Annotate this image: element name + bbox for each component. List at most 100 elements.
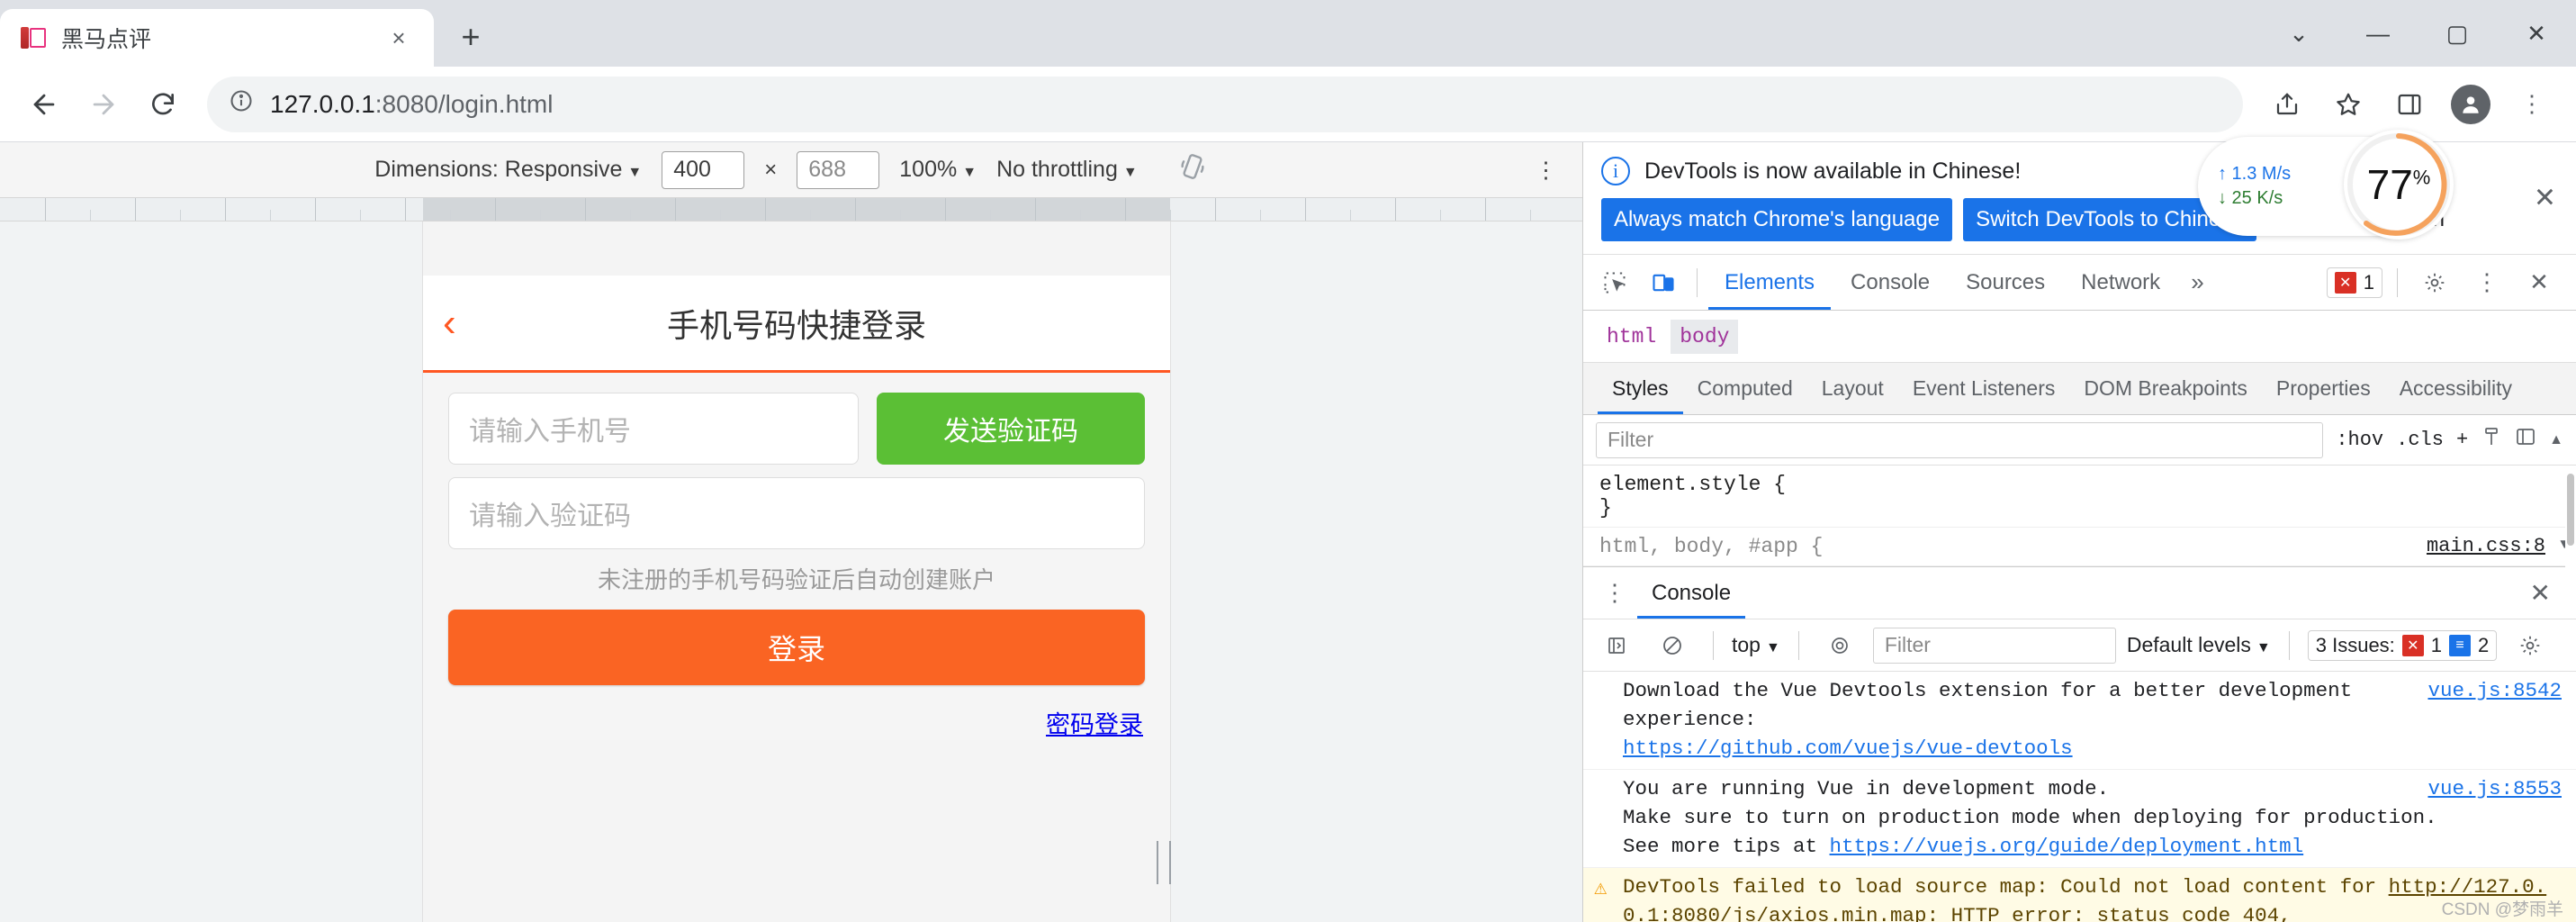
clear-console-icon[interactable] xyxy=(1650,623,1695,668)
tab-event-listeners[interactable]: Event Listeners xyxy=(1898,364,2070,414)
password-login-link[interactable]: 密码登录 xyxy=(448,705,1145,740)
window-controls: ⌄ — ▢ ✕ xyxy=(2259,0,2576,67)
browser-tab[interactable]: 黑马点评 × xyxy=(0,9,434,67)
console-message-line: Download the Vue Devtools extension for … xyxy=(1623,679,2353,702)
device-toolbar-toggle-icon[interactable] xyxy=(1641,260,1686,305)
code-input[interactable]: 请输入验证码 xyxy=(448,477,1145,549)
style-rule-source[interactable]: main.css:8 xyxy=(2427,535,2545,557)
console-message-source[interactable]: vue.js:8542 xyxy=(2427,677,2562,706)
computed-styles-icon[interactable] xyxy=(2481,426,2502,454)
console-context-dropdown[interactable]: top ▼ xyxy=(1732,633,1780,657)
viewport-resize-handle[interactable] xyxy=(1157,841,1171,884)
side-panel-icon[interactable] xyxy=(2382,77,2437,132)
tab-dom-breakpoints[interactable]: DOM Breakpoints xyxy=(2069,364,2262,414)
more-tabs-icon[interactable]: » xyxy=(2180,268,2214,296)
console-message-link[interactable]: http://127.0. xyxy=(2389,875,2547,899)
issues-label: 3 Issues: xyxy=(2315,633,2395,656)
console-sidebar-toggle-icon[interactable] xyxy=(1594,623,1639,668)
zoom-dropdown[interactable]: 100% ▼ xyxy=(899,157,977,183)
back-icon[interactable] xyxy=(16,77,72,132)
style-rule-element[interactable]: element.style { } xyxy=(1583,466,2576,528)
tab-elements[interactable]: Elements xyxy=(1708,256,1831,310)
toolbar-right-actions: ⋮ xyxy=(2259,77,2560,132)
tab-sources[interactable]: Sources xyxy=(1950,256,2061,310)
error-count-badge[interactable]: ✕ 1 xyxy=(2326,267,2382,298)
inspect-element-icon[interactable] xyxy=(1592,260,1637,305)
scroll-up-icon[interactable]: ▲ xyxy=(2549,432,2563,448)
notice-message: DevTools is now available in Chinese! xyxy=(1644,158,2022,184)
devtools-scrollbar[interactable] xyxy=(2565,466,2576,574)
live-expression-icon[interactable] xyxy=(1817,623,1862,668)
dimensions-dropdown[interactable]: Dimensions: Responsive ▼ xyxy=(374,157,642,183)
new-tab-button[interactable]: + xyxy=(446,13,495,61)
devtools-pane: i DevTools is now available in Chinese! … xyxy=(1582,130,2576,922)
console-message-link[interactable]: https://vuejs.org/guide/deployment.html xyxy=(1830,835,2304,858)
console-message[interactable]: You are running Vue in development mode.… xyxy=(1583,770,2576,868)
device-toolbar-menu-icon[interactable]: ⋮ xyxy=(1535,157,1557,184)
console-filter-input[interactable]: Filter xyxy=(1872,627,2116,664)
code-row: 请输入验证码 xyxy=(448,477,1145,549)
breadcrumb-body[interactable]: body xyxy=(1671,319,1739,354)
tab-network[interactable]: Network xyxy=(2065,256,2176,310)
console-message-link[interactable]: https://github.com/vuejs/vue-devtools xyxy=(1623,737,2073,760)
tab-properties[interactable]: Properties xyxy=(2262,364,2385,414)
share-icon[interactable] xyxy=(2259,77,2315,132)
issues-error-icon: ✕ xyxy=(2401,634,2424,656)
window-close-button[interactable]: ✕ xyxy=(2497,0,2576,67)
reload-icon[interactable] xyxy=(135,77,191,132)
login-button[interactable]: 登录 xyxy=(448,610,1145,685)
new-style-rule-icon[interactable]: + xyxy=(2456,429,2468,451)
drawer-tab-console[interactable]: Console xyxy=(1637,568,1745,619)
rotate-icon[interactable] xyxy=(1177,151,1208,188)
watermark: CSDN @梦雨羊 xyxy=(2441,900,2563,919)
maximize-button[interactable]: ▢ xyxy=(2418,0,2497,67)
registration-hint: 未注册的手机号码验证后自动创建账户 xyxy=(597,566,995,593)
console-message[interactable]: Download the Vue Devtools extension for … xyxy=(1583,672,2576,770)
dom-breadcrumb: html body xyxy=(1583,311,2576,363)
tab-computed[interactable]: Computed xyxy=(1683,364,1807,414)
gear-icon[interactable] xyxy=(2412,260,2457,305)
address-bar[interactable]: 127.0.0.1:8080/login.html xyxy=(207,76,2243,132)
style-rule-app[interactable]: html, body, #app { main.css:8 ▼ xyxy=(1583,528,2576,566)
send-code-button[interactable]: 发送验证码 xyxy=(877,393,1145,465)
browser-menu-icon[interactable]: ⋮ xyxy=(2504,77,2560,132)
issues-badge[interactable]: 3 Issues: ✕ 1 ≡ 2 xyxy=(2307,629,2498,661)
toggle-sidebar-icon[interactable] xyxy=(2515,426,2536,454)
devtools-menu-icon[interactable]: ⋮ xyxy=(2464,260,2509,305)
console-warning-message[interactable]: ⚠ DevTools failed to load source map: Co… xyxy=(1583,867,2576,922)
tab-close-icon[interactable]: × xyxy=(383,23,414,53)
throttling-dropdown[interactable]: No throttling ▼ xyxy=(996,157,1138,183)
minimize-button[interactable]: — xyxy=(2338,0,2418,67)
drawer-menu-icon[interactable]: ⋮ xyxy=(1592,571,1637,616)
profile-avatar[interactable] xyxy=(2443,77,2499,132)
chevron-down-icon[interactable]: ⌄ xyxy=(2259,0,2338,67)
viewport-width-input[interactable]: 400 xyxy=(662,150,745,189)
phone-row: 请输入手机号 发送验证码 xyxy=(448,393,1145,465)
back-chevron-icon[interactable]: ‹ xyxy=(443,303,456,343)
console-levels-dropdown[interactable]: Default levels ▼ xyxy=(2127,633,2271,657)
console-settings-gear-icon[interactable] xyxy=(2508,623,2553,668)
notice-close-icon[interactable]: ✕ xyxy=(2534,183,2556,214)
style-rule-close: } xyxy=(1599,496,1612,520)
always-match-language-button[interactable]: Always match Chrome's language xyxy=(1601,198,1953,241)
info-icon: i xyxy=(1601,157,1630,185)
page-title: 手机号码快捷登录 xyxy=(666,307,926,344)
site-info-icon[interactable] xyxy=(229,88,254,120)
forward-icon[interactable] xyxy=(76,77,131,132)
tab-console[interactable]: Console xyxy=(1834,256,1946,310)
bookmark-star-icon[interactable] xyxy=(2320,77,2376,132)
viewport-height-input[interactable]: 688 xyxy=(797,150,880,189)
hov-toggle[interactable]: :hov xyxy=(2336,429,2383,451)
drawer-close-icon[interactable]: ✕ xyxy=(2530,578,2567,608)
breadcrumb-html[interactable]: html xyxy=(1598,320,1665,354)
tab-accessibility[interactable]: Accessibility xyxy=(2385,364,2526,414)
phone-input[interactable]: 请输入手机号 xyxy=(448,393,859,465)
cls-toggle[interactable]: .cls xyxy=(2396,429,2444,451)
console-message-source[interactable]: vue.js:8553 xyxy=(2427,775,2562,804)
devtools-close-icon[interactable]: ✕ xyxy=(2517,260,2562,305)
tab-layout[interactable]: Layout xyxy=(1807,364,1898,414)
devtools-language-notice: i DevTools is now available in Chinese! … xyxy=(1583,130,2576,255)
console-message-link[interactable]: 0.1:8080/js/axios.min.map xyxy=(1623,904,1927,922)
tab-styles[interactable]: Styles xyxy=(1598,364,1683,414)
styles-filter-input[interactable]: Filter xyxy=(1596,421,2324,458)
